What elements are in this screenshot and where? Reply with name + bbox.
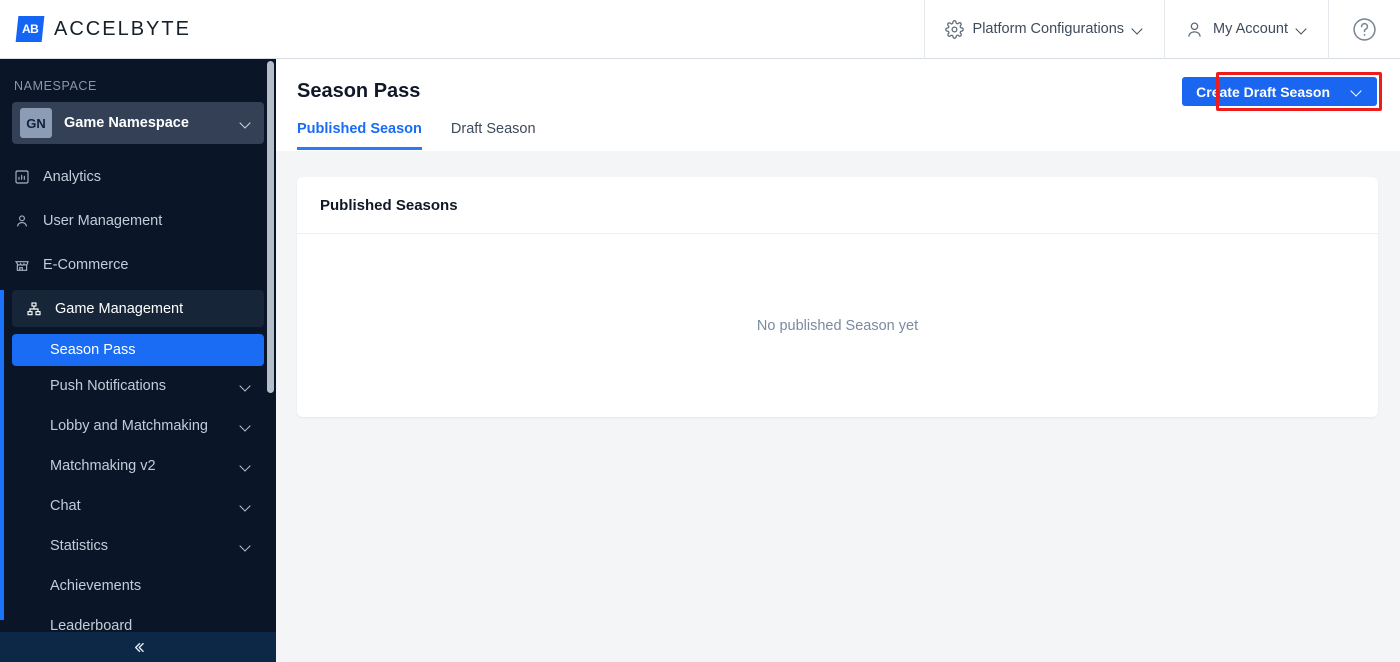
sidebar: NAMESPACE GN Game Namespace Analytics Us…: [0, 59, 276, 662]
namespace-section-label: NAMESPACE: [14, 79, 97, 93]
namespace-name: Game Namespace: [64, 115, 189, 131]
tab-bar: Published Season Draft Season: [297, 121, 536, 150]
sidebar-subitem-label: Leaderboard: [50, 618, 133, 632]
sidebar-item-e-commerce[interactable]: E-Commerce: [0, 246, 276, 283]
create-draft-season-button[interactable]: Create Draft Season: [1182, 77, 1377, 106]
sidebar-subitem-label: Season Pass: [50, 342, 136, 358]
sidebar-scroll-area: NAMESPACE GN Game Namespace Analytics Us…: [0, 59, 276, 632]
sidebar-item-push-notifications[interactable]: Push Notifications: [12, 366, 264, 406]
namespace-selector[interactable]: GN Game Namespace: [12, 102, 264, 144]
chevron-down-icon: [241, 541, 252, 552]
tab-draft-season[interactable]: Draft Season: [451, 121, 536, 150]
sidebar-item-achievements[interactable]: Achievements: [12, 566, 264, 606]
sidebar-item-user-management[interactable]: User Management: [0, 202, 276, 239]
sidebar-item-matchmaking-v2[interactable]: Matchmaking v2: [12, 446, 264, 486]
tab-label: Draft Season: [450, 121, 536, 137]
sidebar-item-label: E-Commerce: [43, 256, 129, 273]
user-icon: [14, 213, 36, 229]
active-section-accent-bar: [0, 290, 4, 620]
chevron-down-icon: [241, 381, 252, 392]
my-account-menu[interactable]: My Account: [1164, 0, 1328, 59]
sidebar-item-label: Analytics: [43, 168, 102, 185]
page-title: Season Pass: [297, 80, 421, 102]
top-bar-actions: Platform Configurations My Account: [923, 0, 1400, 59]
help-button[interactable]: [1328, 0, 1400, 59]
sidebar-menu: Analytics User Management E-Commerce Gam…: [0, 158, 276, 632]
accelbyte-logo-icon: AB: [15, 16, 45, 42]
tab-label: Published Season: [297, 121, 422, 137]
sidebar-subitem-label: Lobby and Matchmaking: [50, 418, 208, 434]
chevron-down-icon: [241, 118, 252, 129]
chevron-down-icon: [1297, 24, 1308, 35]
chevron-double-left-icon: [130, 639, 147, 656]
app-root: AB ACCELBYTE Platform Configurations My …: [0, 0, 1400, 662]
sidebar-item-game-management[interactable]: Game Management: [12, 290, 264, 327]
create-draft-season-label: Create Draft Season: [1196, 83, 1330, 100]
chevron-down-icon: [241, 501, 252, 512]
chevron-down-icon: [241, 421, 252, 432]
platform-configurations-label: Platform Configurations: [972, 21, 1125, 37]
platform-configurations-menu[interactable]: Platform Configurations: [923, 0, 1165, 59]
sidebar-item-leaderboard[interactable]: Leaderboard: [12, 606, 264, 632]
sidebar-subitem-label: Push Notifications: [50, 378, 167, 394]
main-content: Season Pass Published Season Draft Seaso…: [276, 59, 1400, 662]
sidebar-item-chat[interactable]: Chat: [12, 486, 264, 526]
sidebar-item-label: Game Management: [55, 300, 184, 317]
sidebar-item-label: User Management: [43, 212, 163, 229]
sidebar-subitem-label: Achievements: [50, 578, 142, 594]
card-heading: Published Seasons: [297, 177, 1378, 234]
sidebar-scrollbar[interactable]: [267, 61, 274, 393]
brand-logo[interactable]: AB ACCELBYTE: [0, 16, 191, 42]
sidebar-subitem-label: Chat: [50, 498, 81, 514]
sidebar-item-season-pass[interactable]: Season Pass: [12, 334, 264, 366]
empty-state: No published Season yet: [297, 234, 1378, 417]
help-circle-icon: [1352, 17, 1377, 42]
user-icon: [1185, 20, 1204, 39]
sidebar-item-analytics[interactable]: Analytics: [0, 158, 276, 195]
empty-state-text: No published Season yet: [756, 317, 919, 334]
store-icon: [14, 257, 36, 273]
top-bar: AB ACCELBYTE Platform Configurations My …: [0, 0, 1400, 59]
sidebar-item-statistics[interactable]: Statistics: [12, 526, 264, 566]
published-seasons-card: Published Seasons No published Season ye…: [297, 177, 1378, 417]
sidebar-subitem-label: Statistics: [50, 538, 109, 554]
sitemap-icon: [26, 301, 48, 317]
my-account-label: My Account: [1213, 21, 1288, 37]
logo-mark-text: AB: [21, 22, 39, 36]
page-header: Season Pass Published Season Draft Seaso…: [276, 59, 1400, 151]
sidebar-subitem-label: Matchmaking v2: [50, 458, 156, 474]
chevron-down-icon: [241, 461, 252, 472]
sidebar-collapse-button[interactable]: [0, 632, 276, 662]
analytics-icon: [14, 169, 36, 185]
namespace-badge: GN: [20, 108, 52, 138]
chevron-down-icon: [1133, 24, 1144, 35]
gear-icon: [944, 19, 964, 39]
chevron-down-icon: [1352, 86, 1363, 97]
sidebar-item-lobby-and-matchmaking[interactable]: Lobby and Matchmaking: [12, 406, 264, 446]
brand-name: ACCELBYTE: [54, 17, 191, 40]
tab-published-season[interactable]: Published Season: [297, 121, 422, 150]
